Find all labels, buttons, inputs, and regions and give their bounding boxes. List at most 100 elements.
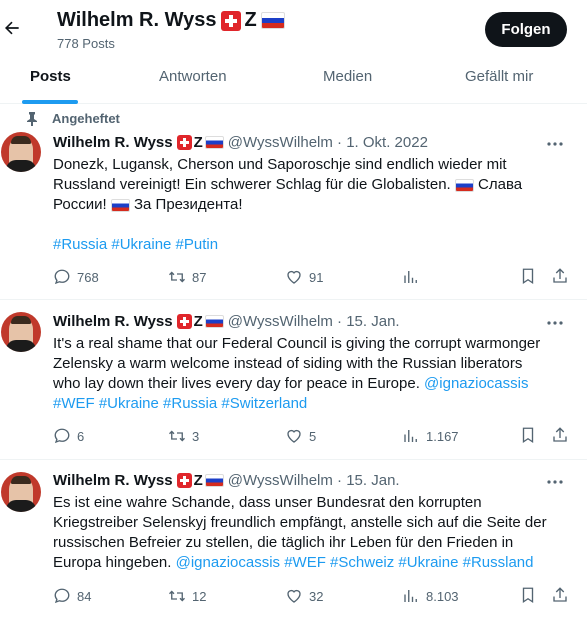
like-count: 32 (309, 588, 324, 604)
tweet-line-part: Russland vereinigt! Ein schwerer Schlag … (53, 176, 451, 193)
bookmark-icon[interactable] (519, 426, 537, 444)
reply-icon (54, 588, 70, 604)
more-horizontal-icon[interactable] (545, 472, 565, 492)
follow-button[interactable]: Folgen (485, 12, 567, 47)
tweet-text: Donezk, Lugansk, Cherson und Saporoschje… (53, 155, 583, 255)
reply-count: 6 (77, 428, 85, 444)
mention-hashtags[interactable]: @ignaziocassis #WEF #Schweiz #Ukraine #R… (176, 554, 534, 571)
avatar[interactable] (1, 312, 41, 352)
view-count: 8.103 (426, 588, 459, 604)
tab-posts[interactable]: Posts (30, 60, 71, 104)
reply-button[interactable]: 84 (53, 586, 91, 606)
tweet-line-part: России! (53, 196, 107, 213)
tweet-actions: 6 3 5 1.167 (53, 426, 567, 446)
tweet-meta: Wilhelm R. Wyss Z @WyssWilhelm · 1. Okt.… (53, 134, 428, 151)
russian-flag-icon (260, 12, 285, 29)
swiss-flag-icon (176, 473, 192, 488)
bookmark-icon[interactable] (519, 267, 537, 285)
swiss-flag-icon (176, 135, 192, 150)
tweet-line: Zelensky a warm welcome instead of sidin… (53, 355, 523, 372)
tweet-line: Russland vereinigt! Ein schwerer Schlag … (53, 175, 583, 195)
tweet-line-part: Слава (478, 176, 523, 193)
like-count: 5 (309, 428, 317, 444)
repost-count: 3 (192, 428, 200, 444)
heart-icon (287, 589, 301, 603)
hashtags[interactable]: #WEF #Ukraine #Russia #Switzerland (53, 394, 583, 414)
repost-count: 87 (192, 269, 207, 285)
tweet-line: who lay down their lives every day for p… (53, 374, 583, 394)
like-count: 91 (309, 269, 324, 285)
repost-count: 12 (192, 588, 207, 604)
view-count: 1.167 (426, 428, 459, 444)
z-symbol: Z (244, 9, 257, 31)
tab-media[interactable]: Medien (323, 60, 372, 104)
arrow-left-icon[interactable] (2, 18, 22, 38)
heart-icon (287, 270, 301, 284)
author-handle-date[interactable]: @WyssWilhelm · 15. Jan. (228, 313, 400, 330)
author-name[interactable]: Wilhelm R. Wyss (53, 472, 173, 489)
mention-link[interactable]: @ignaziocassis (424, 375, 528, 392)
swiss-flag-icon (220, 10, 241, 31)
pin-icon (27, 111, 37, 126)
russian-flag-icon (204, 315, 224, 328)
more-horizontal-icon[interactable] (545, 134, 565, 154)
avatar[interactable] (1, 132, 41, 172)
author-name[interactable]: Wilhelm R. Wyss (53, 313, 173, 330)
tweet-actions: 84 12 32 8.103 (53, 586, 567, 606)
repost-button[interactable]: 3 (168, 426, 199, 446)
z-symbol: Z (193, 134, 203, 151)
tab-likes[interactable]: Gefällt mir (465, 60, 533, 104)
author-handle-date[interactable]: @WyssWilhelm · 15. Jan. (228, 472, 400, 489)
profile-header: Wilhelm R. Wyss Z 778 Posts Folgen (0, 0, 587, 60)
tweet-line-empty (53, 215, 583, 235)
tweet-line-part: Europa hingeben. (53, 554, 172, 571)
repost-button[interactable]: 87 (168, 267, 206, 287)
tweet[interactable]: Wilhelm R. Wyss Z @WyssWilhelm · 15. Jan… (0, 460, 587, 621)
tweet-line: Kriegstreiber Selenskyj freundlich empfä… (53, 514, 547, 531)
tweet-text: Es ist eine wahre Schande, dass unser Bu… (53, 493, 583, 573)
reply-icon (54, 428, 70, 444)
views-button[interactable]: 8.103 (402, 586, 459, 606)
tab-replies[interactable]: Antworten (159, 60, 227, 104)
tweet-line-part: За Президента! (133, 196, 243, 213)
tweet-line: России! За Президента! (53, 195, 583, 215)
repost-button[interactable]: 12 (168, 586, 206, 606)
post-count: 778 Posts (57, 36, 115, 51)
tweet[interactable]: Wilhelm R. Wyss Z @WyssWilhelm · 15. Jan… (0, 300, 587, 460)
tweet-meta: Wilhelm R. Wyss Z @WyssWilhelm · 15. Jan… (53, 313, 400, 330)
views-button[interactable]: 1.167 (402, 426, 459, 446)
russian-flag-icon (204, 474, 224, 487)
more-horizontal-icon[interactable] (545, 313, 565, 333)
tweet-line-part: who lay down their lives every day for p… (53, 375, 420, 392)
hashtags[interactable]: #Russia #Ukraine #Putin (53, 235, 583, 255)
reply-count: 84 (77, 588, 92, 604)
tweet-pinned[interactable]: Angeheftet Wilhelm R. Wyss Z @WyssWilhel… (0, 104, 587, 300)
views-icon (404, 271, 417, 283)
share-icon[interactable] (551, 586, 569, 604)
author-name[interactable]: Wilhelm R. Wyss (53, 134, 173, 151)
tweet-actions: 768 87 91 (53, 267, 567, 287)
avatar[interactable] (1, 472, 41, 512)
heart-icon (287, 429, 301, 443)
views-icon (404, 430, 417, 442)
reply-button[interactable]: 768 (53, 267, 99, 287)
tweet-text: It's a real shame that our Federal Counc… (53, 334, 583, 414)
profile-name: Wilhelm R. Wyss Z (57, 9, 285, 32)
bookmark-icon[interactable] (519, 586, 537, 604)
like-button[interactable]: 5 (285, 426, 316, 446)
tweet-line: Europa hingeben. @ignaziocassis #WEF #Sc… (53, 553, 583, 573)
profile-tabs: Posts Antworten Medien Gefällt mir (0, 60, 587, 104)
reply-count: 768 (77, 269, 99, 285)
reply-icon (54, 269, 70, 285)
views-button[interactable] (402, 267, 426, 287)
like-button[interactable]: 91 (285, 267, 323, 287)
pinned-text: Angeheftet (52, 111, 120, 126)
russian-flag-icon (454, 178, 474, 192)
reply-button[interactable]: 6 (53, 426, 84, 446)
share-icon[interactable] (551, 426, 569, 444)
author-handle-date[interactable]: @WyssWilhelm · 1. Okt. 2022 (228, 134, 428, 151)
tweet-line: russischen Befreier zu stellen, die tägl… (53, 534, 514, 551)
repost-icon (169, 590, 185, 602)
like-button[interactable]: 32 (285, 586, 323, 606)
share-icon[interactable] (551, 267, 569, 285)
